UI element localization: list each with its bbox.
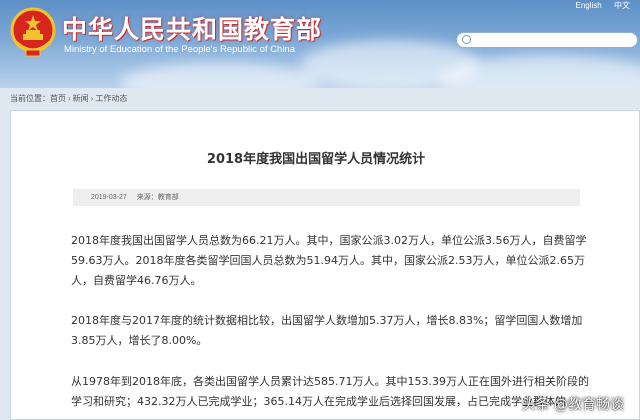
article-panel: 2018年度我国出国留学人员情况统计 2019-03-27 来源：教育部 201… (10, 110, 640, 420)
cloud-decoration (120, 62, 320, 88)
article-paragraph: 从1978年到2018年底，各类出国留学人员累计达585.71万人。其中153.… (71, 375, 589, 408)
article-paragraph: 2018年度与2017年度的统计数据相比较，出国留学人数增加5.37万人，增长8… (71, 314, 583, 347)
language-links: English 中文 (566, 0, 630, 11)
search-input[interactable] (456, 32, 638, 48)
watermark: 头条 @教育畅谈 (521, 397, 624, 413)
site-subtitle: Ministry of Education of the People's Re… (64, 44, 295, 55)
lang-link-english[interactable]: English (576, 1, 602, 10)
breadcrumb-separator: › (68, 94, 71, 103)
article-title: 2018年度我国出国留学人员情况统计 (206, 152, 426, 167)
site-title[interactable]: 中华人民共和国教育部 (62, 10, 322, 46)
breadcrumb-item-home[interactable]: 首页 (50, 94, 66, 103)
article-meta: 2019-03-27 来源：教育部 (73, 189, 580, 206)
breadcrumb-item-news[interactable]: 新闻 (73, 94, 89, 103)
article-date: 2019-03-27 (91, 194, 127, 201)
breadcrumb: 当前位置：首页 › 新闻 › 工作动态 (10, 93, 127, 104)
site-header: 中华人民共和国教育部 Ministry of Education of the … (0, 0, 640, 88)
breadcrumb-item-work-news[interactable]: 工作动态 (95, 94, 127, 103)
breadcrumb-label: 当前位置： (10, 94, 50, 103)
lang-link-chinese[interactable]: 中文 (614, 1, 630, 10)
article-source: 来源：教育部 (136, 194, 179, 201)
search-icon[interactable] (462, 35, 471, 44)
article-paragraph: 2018年度我国出国留学人员总数为66.21万人。其中，国家公派3.02万人，单… (71, 234, 587, 287)
breadcrumb-separator: › (90, 94, 94, 103)
national-emblem-icon[interactable] (10, 6, 56, 60)
